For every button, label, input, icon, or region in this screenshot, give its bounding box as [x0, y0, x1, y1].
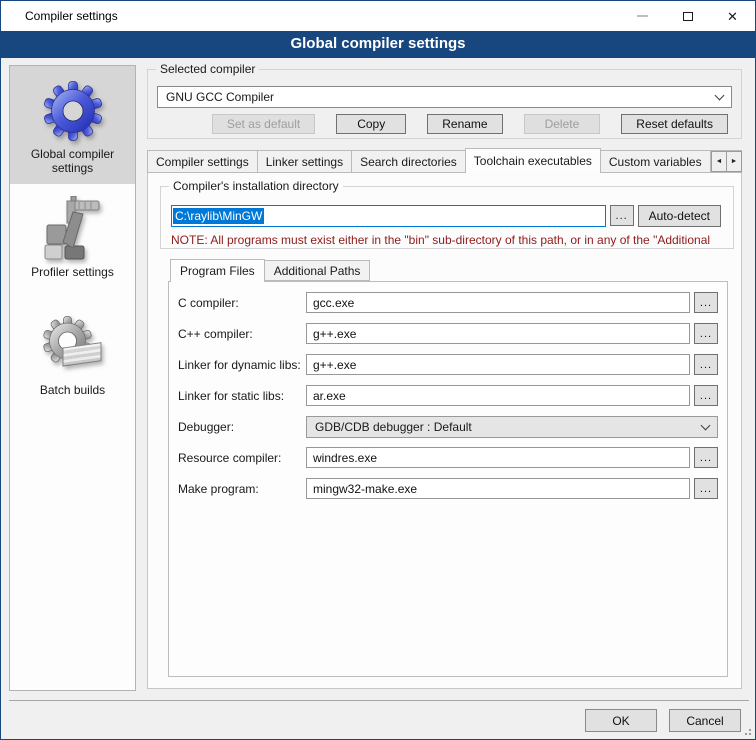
installation-directory-row: C:\raylib\MinGW ... Auto-detect	[171, 205, 721, 227]
field-row-c-compiler: C compiler: ...	[178, 292, 718, 313]
compiler-settings-dialog: Compiler settings ✕ Global compiler sett…	[0, 0, 756, 740]
selected-compiler-group: Selected compiler GNU GCC Compiler Set a…	[147, 69, 742, 139]
tab-linker-settings[interactable]: Linker settings	[257, 150, 352, 173]
tab-custom-variables[interactable]: Custom variables	[600, 150, 711, 173]
program-tabs: Program Files Additional Paths	[170, 259, 741, 281]
debugger-select[interactable]: GDB/CDB debugger : Default	[306, 416, 718, 438]
tab-toolchain-executables[interactable]: Toolchain executables	[465, 148, 601, 173]
field-label: Resource compiler:	[178, 451, 306, 465]
field-label: C compiler:	[178, 296, 306, 310]
field-label: C++ compiler:	[178, 327, 306, 341]
minimize-icon	[637, 15, 648, 17]
installation-directory-group: Compiler's installation directory C:\ray…	[160, 186, 734, 249]
window-title: Compiler settings	[25, 9, 118, 23]
close-button[interactable]: ✕	[710, 1, 755, 31]
c-compiler-browse-button[interactable]: ...	[694, 292, 718, 313]
toolchain-executables-page: Compiler's installation directory C:\ray…	[147, 172, 742, 689]
sidebar-item-label: Batch builds	[36, 383, 109, 397]
program-files-page: C compiler: ... C++ compiler: ... Linker…	[168, 281, 728, 677]
tab-search-directories[interactable]: Search directories	[351, 150, 466, 173]
copy-button[interactable]: Copy	[336, 114, 406, 134]
field-row-linker-dynamic: Linker for dynamic libs: ...	[178, 354, 718, 375]
set-as-default-button[interactable]: Set as default	[212, 114, 315, 134]
linker-dynamic-browse-button[interactable]: ...	[694, 354, 718, 375]
field-label: Linker for static libs:	[178, 389, 306, 403]
field-row-resource-compiler: Resource compiler: ...	[178, 447, 718, 468]
tab-compiler-settings[interactable]: Compiler settings	[147, 150, 258, 173]
cpp-compiler-input[interactable]	[306, 323, 690, 344]
gear-stack-icon	[41, 314, 105, 378]
field-label: Linker for dynamic libs:	[178, 358, 306, 372]
rename-button[interactable]: Rename	[427, 114, 502, 134]
linker-static-browse-button[interactable]: ...	[694, 385, 718, 406]
settings-sidebar: Global compiler settings Profiler settin…	[9, 65, 136, 691]
c-compiler-input[interactable]	[306, 292, 690, 313]
sidebar-item-global-compiler-settings[interactable]: Global compiler settings	[10, 66, 135, 184]
sidebar-item-profiler-settings[interactable]: Profiler settings	[10, 184, 135, 302]
field-label: Make program:	[178, 482, 306, 496]
field-row-cpp-compiler: C++ compiler: ...	[178, 323, 718, 344]
cancel-button[interactable]: Cancel	[669, 709, 741, 732]
tab-additional-paths[interactable]: Additional Paths	[264, 260, 371, 281]
sidebar-item-label: Global compiler settings	[10, 147, 135, 175]
window-controls: ✕	[620, 1, 755, 31]
sidebar-item-label: Profiler settings	[27, 265, 118, 279]
field-label: Debugger:	[178, 420, 306, 434]
group-label: Selected compiler	[156, 62, 259, 76]
tab-scroll-buttons: ◄ ►	[712, 151, 742, 172]
linker-static-input[interactable]	[306, 385, 690, 406]
chevron-down-icon	[715, 91, 725, 101]
tab-scroll-right-button[interactable]: ►	[726, 151, 742, 172]
resize-grip-icon[interactable]	[741, 725, 751, 735]
debugger-select-value: GDB/CDB debugger : Default	[315, 420, 702, 434]
field-row-linker-static: Linker for static libs: ...	[178, 385, 718, 406]
cpp-compiler-browse-button[interactable]: ...	[694, 323, 718, 344]
field-row-debugger: Debugger: GDB/CDB debugger : Default	[178, 416, 718, 437]
maximize-button[interactable]	[665, 1, 710, 31]
arrow-right-icon: ►	[731, 158, 738, 165]
compiler-select-value: GNU GCC Compiler	[166, 90, 716, 104]
group-label: Compiler's installation directory	[169, 179, 343, 193]
close-icon: ✕	[727, 10, 738, 23]
resource-compiler-browse-button[interactable]: ...	[694, 447, 718, 468]
footer-divider	[9, 700, 749, 701]
linker-dynamic-input[interactable]	[306, 354, 690, 375]
tab-scroll-left-button[interactable]: ◄	[711, 151, 727, 172]
gear-blue-icon	[41, 78, 105, 142]
settings-tabs: Compiler settings Linker settings Search…	[147, 148, 742, 173]
chevron-down-icon	[701, 420, 711, 430]
minimize-button[interactable]	[620, 1, 665, 31]
compiler-select[interactable]: GNU GCC Compiler	[157, 86, 732, 108]
reset-defaults-button[interactable]: Reset defaults	[621, 114, 728, 134]
auto-detect-button[interactable]: Auto-detect	[638, 205, 721, 227]
maximize-icon	[683, 12, 693, 21]
installation-directory-value: C:\raylib\MinGW	[173, 208, 264, 224]
installation-directory-note: NOTE: All programs must exist either in …	[171, 233, 732, 247]
make-program-input[interactable]	[306, 478, 690, 499]
tab-program-files[interactable]: Program Files	[170, 259, 265, 282]
arrow-left-icon: ◄	[716, 158, 723, 165]
make-program-browse-button[interactable]: ...	[694, 478, 718, 499]
page-title: Global compiler settings	[1, 31, 755, 58]
delete-button[interactable]: Delete	[524, 114, 601, 134]
compiler-actions: Set as default Copy Rename Delete Reset …	[157, 114, 728, 134]
title-bar: Compiler settings ✕	[1, 1, 755, 31]
installation-directory-browse-button[interactable]: ...	[610, 205, 634, 226]
resource-compiler-input[interactable]	[306, 447, 690, 468]
field-row-make-program: Make program: ...	[178, 478, 718, 499]
installation-directory-input[interactable]: C:\raylib\MinGW	[171, 205, 606, 227]
ok-button[interactable]: OK	[585, 709, 657, 732]
caliper-icon	[41, 196, 105, 260]
sidebar-item-batch-builds[interactable]: Batch builds	[10, 302, 135, 420]
